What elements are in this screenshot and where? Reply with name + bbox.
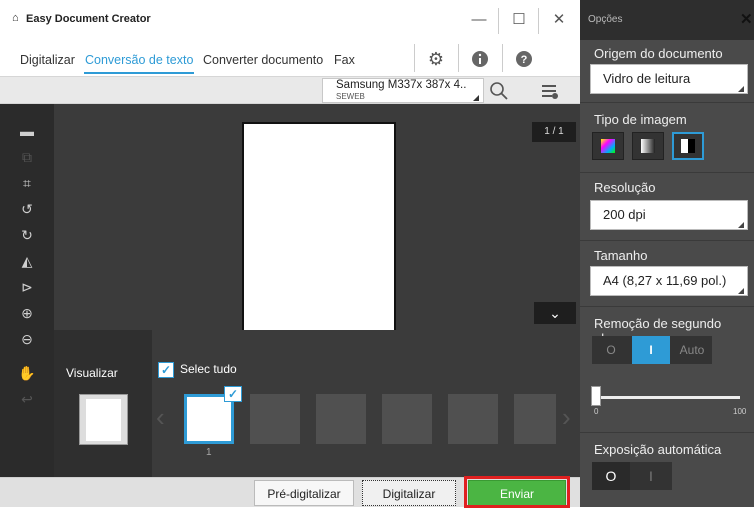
color-image-button[interactable] [592,132,624,160]
dropdown-grip-icon [738,288,744,294]
maximize-button[interactable]: ☐ [502,6,536,34]
gear-icon[interactable]: ⚙ [418,44,454,74]
origin-label: Origem do documento [594,46,723,61]
dropdown-grip-icon [473,95,479,101]
thumbnail-slot [514,394,556,444]
active-tab-indicator [84,72,194,74]
grayscale-image-button[interactable] [632,132,664,160]
info-icon[interactable] [462,44,498,74]
chevron-down-icon[interactable]: ⌄ [534,302,576,324]
undo-icon: ↩ [21,391,33,407]
home-icon[interactable]: ⌂ [12,12,19,24]
image-type-label: Tipo de imagem [594,112,687,127]
zoom-out-icon[interactable]: ⊖ [16,328,38,350]
dropdown-grip-icon [738,86,744,92]
resolution-label: Resolução [594,180,656,195]
prescan-button[interactable]: Pré-digitalizar [254,480,354,506]
chevron-left-icon[interactable]: ‹ [156,402,165,433]
rotate-left-icon[interactable]: ↺ [16,198,38,220]
page-counter: 1 / 1 [532,122,576,142]
zoom-in-icon[interactable]: ⊕ [16,302,38,324]
tab-converter-documento[interactable]: Converter documento [203,53,323,67]
slider-max: 100 [733,407,747,416]
device-subtitle: SEWEB [336,92,365,101]
svg-text:?: ? [521,54,528,66]
thumbnail-checkbox[interactable]: ✓ [224,386,242,402]
tab-fax[interactable]: Fax [334,53,355,67]
rotate-right-icon[interactable]: ↻ [16,224,38,246]
background-off-button[interactable]: O [592,336,630,364]
chevron-right-icon[interactable]: › [562,402,571,433]
bw-image-button[interactable] [672,132,704,160]
scanned-page [242,122,396,344]
slider-track[interactable] [594,396,740,399]
select-all-checkbox[interactable]: ✓ [158,362,174,378]
open-folder-icon[interactable]: ▬ [16,120,38,142]
exposure-on-button[interactable]: I [632,462,670,490]
resolution-select[interactable]: 200 dpi [590,200,748,230]
exposure-off-button[interactable]: O [592,462,630,490]
merge-icon: ⧉ [22,149,32,165]
thumbnail-slot [448,394,498,444]
background-auto-button[interactable]: Auto [672,336,712,364]
preview-label: Visualizar [66,366,118,380]
origin-select[interactable]: Vidro de leitura [590,64,748,94]
device-name: Samsung M337x 387x 4.. [336,79,467,91]
size-label: Tamanho [594,248,648,263]
flip-vertical-icon[interactable]: ⊳ [16,276,38,298]
send-highlight [464,476,570,508]
close-button[interactable]: ✕ [542,6,576,34]
crop-icon[interactable]: ⌗ [16,172,38,194]
window-title: Easy Document Creator [26,13,151,25]
background-on-button[interactable]: I [632,336,670,364]
help-icon[interactable]: ? [506,44,542,74]
preview-page [86,399,121,441]
search-icon[interactable] [488,80,514,102]
tab-conversao-texto[interactable]: Conversão de texto [85,53,193,67]
thumbnail-slot [250,394,300,444]
scan-button[interactable]: Digitalizar [362,480,456,506]
options-title: Opções [588,14,623,25]
dropdown-grip-icon [738,222,744,228]
thumbnail-number: 1 [206,447,212,458]
size-select[interactable]: A4 (8,27 x 11,69 pol.) [590,266,748,296]
tab-digitalizar[interactable]: Digitalizar [20,53,75,67]
minimize-button[interactable]: — [462,6,496,34]
select-all-label: Selec tudo [180,362,237,376]
slider-thumb[interactable] [591,386,601,406]
thumbnail-slot [382,394,432,444]
settings-list-icon[interactable] [540,82,562,102]
auto-exposure-label: Exposição automática [594,442,722,457]
thumbnail-slot [316,394,366,444]
flip-horizontal-icon[interactable]: ◭ [16,250,38,272]
close-icon[interactable]: ✕ [740,10,753,28]
slider-min: 0 [594,407,599,416]
hand-icon: ✋ [18,365,36,381]
